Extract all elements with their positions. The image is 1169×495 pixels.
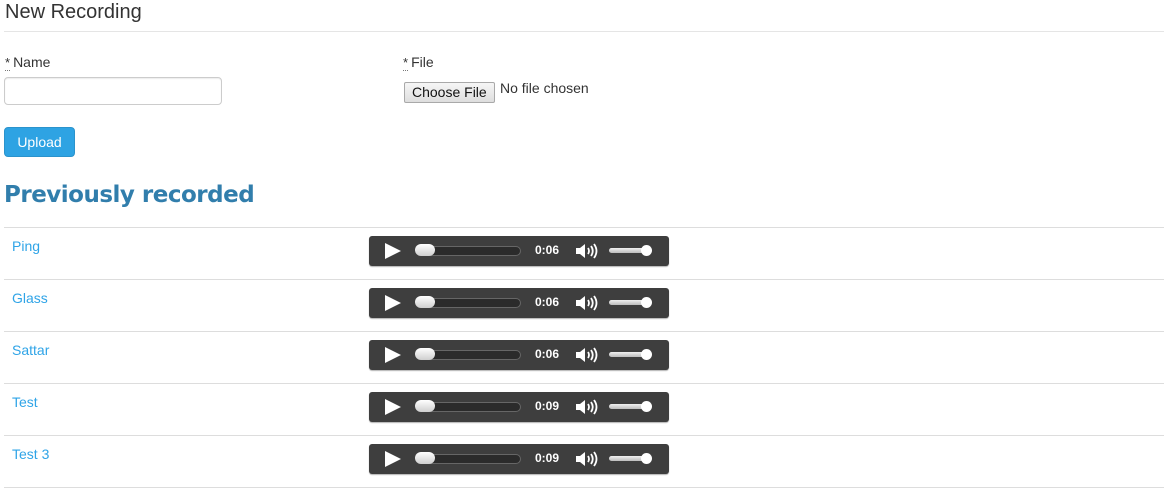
choose-file-button[interactable]: Choose File — [404, 82, 495, 103]
volume-thumb[interactable] — [641, 245, 652, 256]
progress-thumb[interactable] — [415, 348, 435, 360]
progress-thumb[interactable] — [415, 296, 435, 308]
volume-thumb[interactable] — [641, 349, 652, 360]
duration-text: 0:09 — [535, 399, 560, 413]
progress-thumb[interactable] — [415, 452, 435, 464]
volume-icon[interactable] — [574, 345, 600, 365]
duration-text: 0:09 — [535, 451, 560, 465]
play-icon[interactable] — [385, 295, 401, 311]
recording-row: Sattar 0:06 — [4, 331, 1164, 383]
duration-text: 0:06 — [535, 243, 560, 257]
recording-link[interactable]: Glass — [12, 290, 48, 306]
previously-recorded-heading: Previously recorded — [4, 182, 255, 208]
required-mark: * — [403, 55, 409, 71]
audio-player: 0:06 — [369, 236, 669, 266]
name-input[interactable] — [4, 77, 222, 105]
page-title: New Recording — [5, 1, 142, 23]
play-icon[interactable] — [385, 399, 401, 415]
title-divider — [4, 31, 1164, 32]
play-icon[interactable] — [385, 243, 401, 259]
recording-link[interactable]: Sattar — [12, 342, 49, 358]
file-label-text: File — [411, 54, 434, 70]
volume-thumb[interactable] — [641, 297, 652, 308]
recording-row: Test 0:09 — [4, 383, 1164, 435]
duration-text: 0:06 — [535, 295, 560, 309]
duration-text: 0:06 — [535, 347, 560, 361]
volume-icon[interactable] — [574, 397, 600, 417]
name-label-text: Name — [13, 54, 51, 70]
recording-row: Glass 0:06 — [4, 279, 1164, 331]
recording-link[interactable]: Ping — [12, 238, 40, 254]
recordings-list: Ping 0:06 Glass 0:06 Sattar 0:06 Test 0:… — [4, 227, 1164, 488]
play-icon[interactable] — [385, 347, 401, 363]
volume-icon[interactable] — [574, 241, 600, 261]
audio-player: 0:09 — [369, 392, 669, 422]
audio-player: 0:06 — [369, 340, 669, 370]
recording-row: Ping 0:06 — [4, 227, 1164, 279]
volume-icon[interactable] — [574, 293, 600, 313]
recording-link[interactable]: Test 3 — [12, 446, 49, 462]
audio-player: 0:09 — [369, 444, 669, 474]
audio-player: 0:06 — [369, 288, 669, 318]
file-label: * File — [403, 54, 434, 71]
progress-thumb[interactable] — [415, 244, 435, 256]
volume-thumb[interactable] — [641, 453, 652, 464]
volume-icon[interactable] — [574, 449, 600, 469]
play-icon[interactable] — [385, 451, 401, 467]
recording-link[interactable]: Test — [12, 394, 38, 410]
progress-thumb[interactable] — [415, 400, 435, 412]
name-label: * Name — [5, 54, 51, 71]
required-mark: * — [5, 55, 11, 71]
volume-thumb[interactable] — [641, 401, 652, 412]
no-file-chosen-text: No file chosen — [500, 80, 589, 96]
upload-button[interactable]: Upload — [4, 127, 75, 157]
recording-row: Test 3 0:09 — [4, 435, 1164, 488]
